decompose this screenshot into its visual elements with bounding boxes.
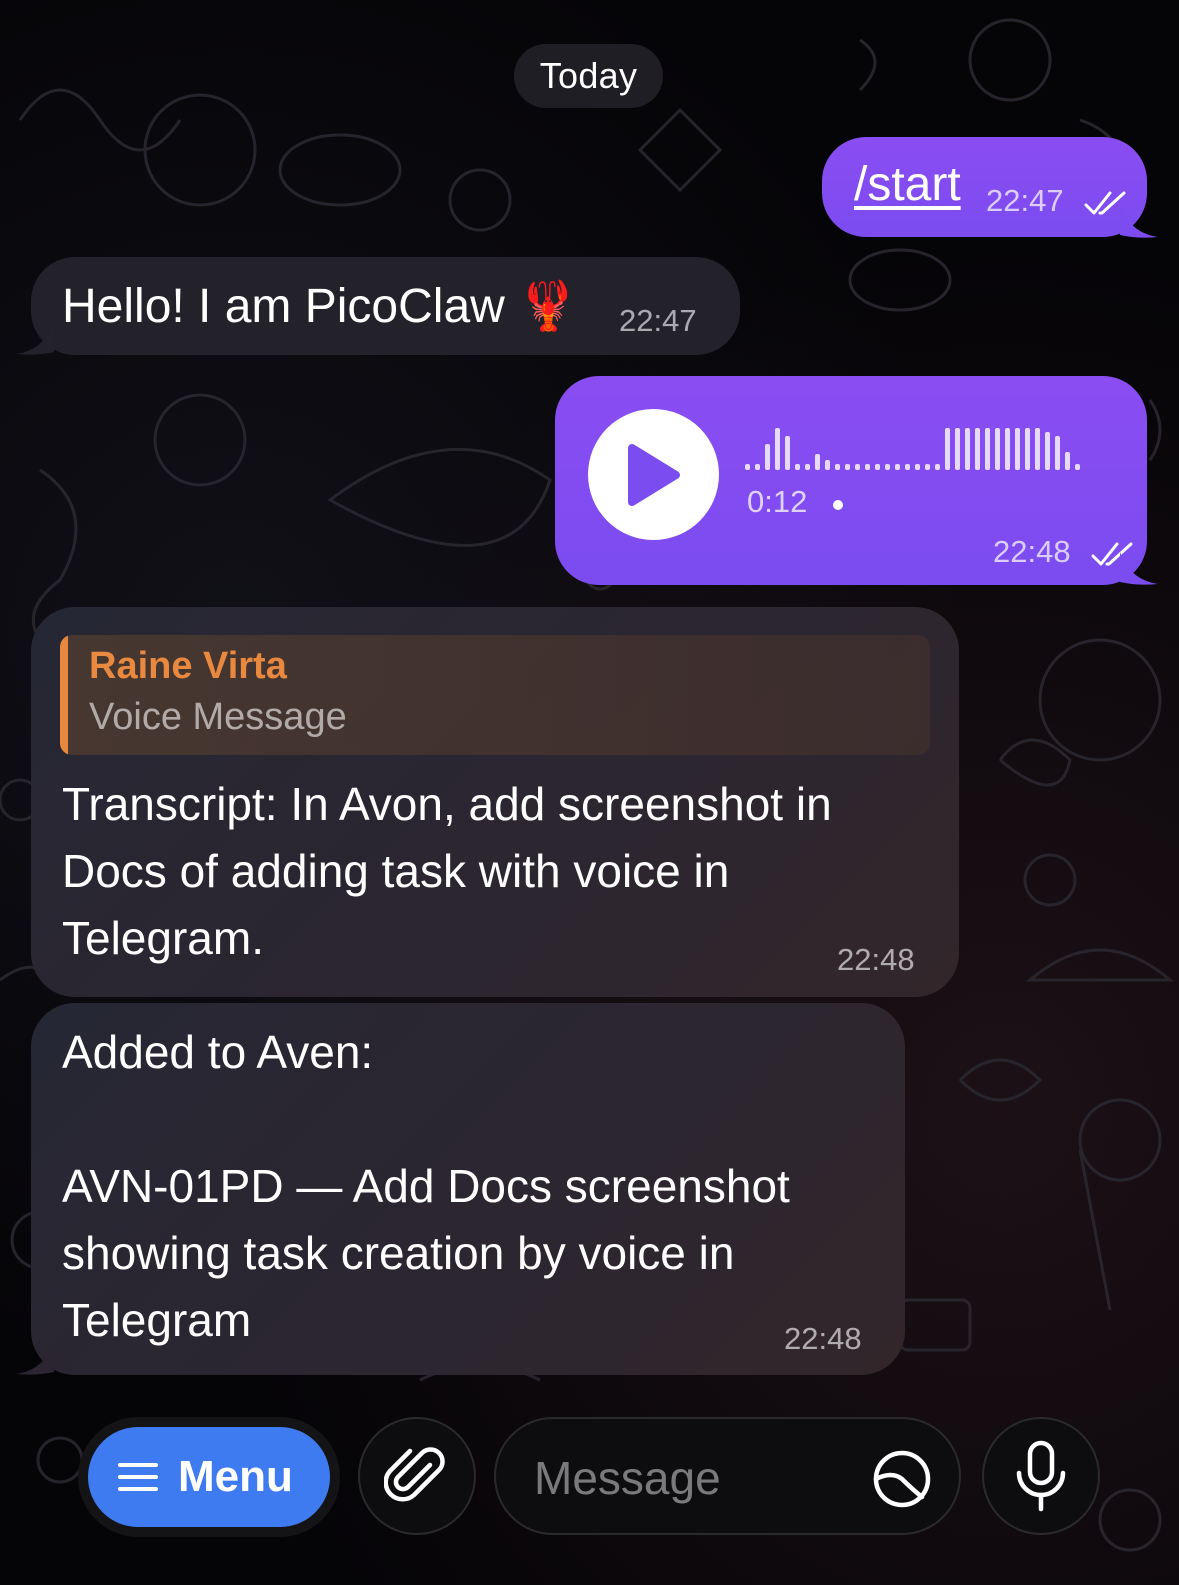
menu-button[interactable]: Menu: [78, 1417, 340, 1537]
message-time: 22:47: [986, 183, 1064, 218]
bubble-tail: [16, 322, 54, 355]
microphone-button[interactable]: [982, 1417, 1100, 1535]
date-separator: Today: [514, 44, 663, 108]
microphone-icon: [1016, 1440, 1066, 1512]
reply-subtitle: Voice Message: [89, 696, 347, 738]
menu-icon: [118, 1463, 158, 1491]
bubble-tail: [16, 1342, 54, 1375]
menu-label: Menu: [178, 1452, 293, 1501]
message-text: Hello! I am PicoClaw 🦞: [62, 280, 578, 333]
attach-button[interactable]: [358, 1417, 476, 1535]
message-time: 22:48: [837, 942, 915, 977]
message-incoming-hello[interactable]: Hello! I am PicoClaw 🦞 22:47: [31, 257, 740, 355]
message-outgoing-voice[interactable]: 0:12 22:48: [555, 376, 1147, 585]
unplayed-dot: [833, 500, 843, 510]
reply-author: Raine Virta: [89, 645, 287, 687]
play-icon: [627, 443, 680, 506]
message-outgoing-start[interactable]: /start 22:47: [822, 137, 1147, 237]
voice-waveform[interactable]: [745, 424, 1095, 474]
message-text: Transcript: In Avon, add screenshot in D…: [62, 778, 845, 964]
message-time: 22:48: [784, 1321, 862, 1356]
message-text: Added to Aven: AVN-01PD — Add Docs scree…: [62, 1026, 790, 1346]
bot-command-link[interactable]: /start: [854, 157, 961, 212]
message-incoming-transcript[interactable]: Raine Virta Voice Message Transcript: In…: [31, 607, 959, 997]
bubble-tail: [1120, 205, 1158, 238]
reply-accent-bar: [60, 635, 68, 755]
sticker-icon[interactable]: [872, 1449, 932, 1509]
message-input-container[interactable]: [494, 1417, 961, 1535]
attach-icon: [384, 1447, 445, 1502]
bubble-tail: [1120, 552, 1158, 585]
voice-duration: 0:12: [747, 484, 808, 519]
message-input[interactable]: [532, 1439, 836, 1517]
message-time: 22:47: [619, 303, 697, 338]
message-time: 22:48: [993, 534, 1071, 569]
reply-preview[interactable]: Raine Virta Voice Message: [60, 635, 930, 755]
play-button[interactable]: [588, 409, 719, 540]
message-incoming-added[interactable]: Added to Aven: AVN-01PD — Add Docs scree…: [31, 1003, 905, 1375]
